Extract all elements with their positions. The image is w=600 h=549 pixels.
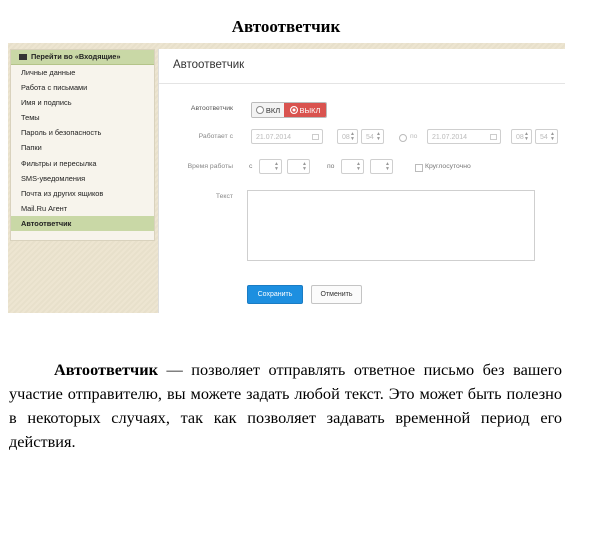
sidebar-item-sms[interactable]: SMS-уведомления [11,171,154,186]
work-time-label: Время работы [187,163,233,170]
work-minute-to-field[interactable]: ▲ ▼ [370,159,393,174]
sidebar-item-personal-data[interactable]: Личные данные [11,65,154,80]
stepper-icon: ▲ ▼ [274,161,279,172]
sidebar-item-folders[interactable]: Папки [11,140,154,155]
calendar-icon [490,134,497,140]
hour-from-field[interactable]: 08 ▲ ▼ [337,129,358,144]
description-paragraph: Автоответчик — позволяет отправлять отве… [9,358,562,454]
to-label: по [410,133,418,140]
stepper-icon: ▲ ▼ [376,131,381,142]
stepper-icon: ▲ ▼ [524,131,529,142]
save-button[interactable]: Сохранить [247,285,303,304]
autoreply-panel: Автоответчик Автоответчик ВКЛ ВЫКЛ Работ… [158,49,565,313]
panel-divider [159,83,565,84]
stepper-icon: ▲ ▼ [550,131,555,142]
autoreply-label: Автоответчик [190,105,233,112]
radio-icon [255,106,264,114]
sidebar-item-other-mailboxes[interactable]: Почта из других ящиков [11,186,154,201]
go-to-inbox-link[interactable]: Перейти во «Входящие» [11,50,154,65]
envelope-icon [19,54,27,60]
document-title: Автоответчик [231,17,341,36]
settings-sidebar: Перейти во «Входящие» Личные данные Рабо… [10,49,155,241]
calendar-icon [312,134,319,140]
sidebar-item-filters[interactable]: Фильтры и пересылка [11,156,154,171]
work-minute-from-field[interactable]: ▲ ▼ [287,159,310,174]
work-hour-from-field[interactable]: ▲ ▼ [259,159,282,174]
stepper-icon: ▲ ▼ [356,161,361,172]
stepper-icon: ▲ ▼ [302,161,307,172]
minute-to-field[interactable]: 54 ▲ ▼ [535,129,558,144]
sidebar-item-name-signature[interactable]: Имя и подпись [11,95,154,110]
stepper-icon: ▲ ▼ [350,131,355,142]
to-short-label: по [327,163,335,170]
sidebar-item-password-security[interactable]: Пароль и безопасность [11,125,154,140]
work-hour-to-field[interactable]: ▲ ▼ [341,159,364,174]
from-short-label: с [249,163,253,170]
date-to-radio[interactable] [399,134,407,142]
toggle-off-option[interactable]: ВЫКЛ [284,103,326,117]
minute-to-value: 54 [540,134,548,141]
sidebar-item-autoreply[interactable]: Автоответчик [11,215,154,232]
date-to-value: 21.07.2014 [432,134,468,141]
hour-to-field[interactable]: 08 ▲ ▼ [511,129,532,144]
sidebar-item-mail-settings[interactable]: Работа с письмами [11,80,154,95]
text-label: Текст [215,193,233,200]
date-from-value: 21.07.2014 [256,134,292,141]
hour-to-value: 08 [516,134,524,141]
stepper-icon: ▲ ▼ [385,161,390,172]
toggle-on-option[interactable]: ВКЛ [252,103,284,117]
hour-from-value: 08 [342,134,350,141]
term-bold: Автоответчик [54,360,158,379]
minute-from-field[interactable]: 54 ▲ ▼ [361,129,384,144]
date-from-field[interactable]: 21.07.2014 [251,129,323,144]
screenshot-figure: Перейти во «Входящие» Личные данные Рабо… [8,43,565,313]
radio-selected-icon [289,106,298,114]
date-to-field[interactable]: 21.07.2014 [427,129,501,144]
works-from-label: Работает с [198,133,233,140]
autoreply-text-area[interactable] [247,190,535,261]
around-clock-checkbox[interactable] [415,164,423,172]
sidebar-item-themes[interactable]: Темы [11,110,154,125]
toggle-on-label: ВКЛ [265,105,281,115]
around-clock-label: Круглосуточно [425,163,471,170]
sidebar-item-agent[interactable]: Mail.Ru Агент [11,201,154,216]
minute-from-value: 54 [366,134,374,141]
cancel-button[interactable]: Отменить [311,285,362,304]
toggle-off-label: ВЫКЛ [299,105,321,115]
go-to-inbox-label: Перейти во «Входящие» [31,52,121,61]
panel-title: Автоответчик [173,59,245,71]
autoreply-toggle[interactable]: ВКЛ ВЫКЛ [251,102,327,118]
